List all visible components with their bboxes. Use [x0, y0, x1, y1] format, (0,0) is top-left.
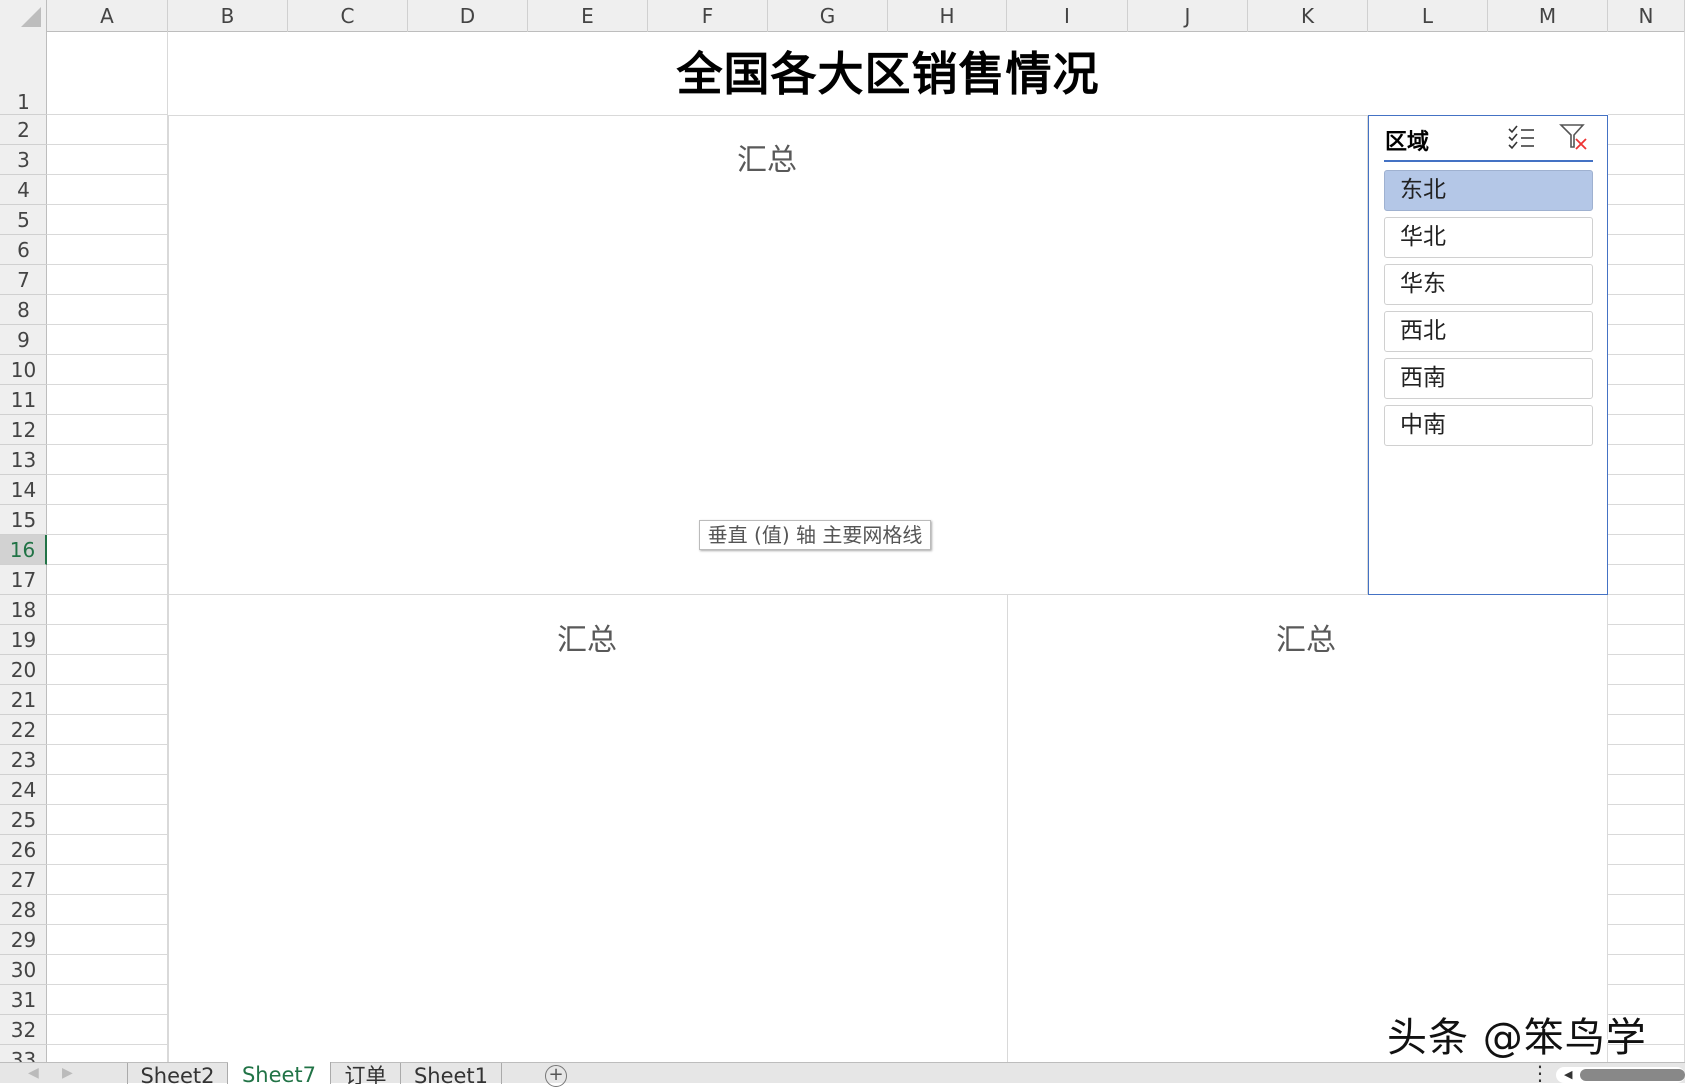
horizontal-scrollbar[interactable]: ◀: [1556, 1067, 1685, 1083]
sheet-tab-bar: ◀ ▶ Sheet2 Sheet7 订单 Sheet1 + ⋮ ◀: [0, 1061, 1685, 1087]
slicer-item[interactable]: 华东: [1384, 264, 1593, 305]
slicer-item[interactable]: 西北: [1384, 311, 1593, 352]
bar-chart[interactable]: [168, 594, 1008, 1064]
more-options-icon[interactable]: ⋮: [1530, 1061, 1550, 1085]
sheet-tab[interactable]: Sheet7: [228, 1062, 331, 1084]
pie-chart-title: 汇总: [1276, 623, 1336, 658]
region-slicer[interactable]: 区域 东北华北华东西北西南中南: [1368, 115, 1608, 595]
pie-chart[interactable]: [1007, 594, 1608, 1064]
sheet-tab[interactable]: Sheet1: [401, 1063, 502, 1084]
line-chart-title: 汇总: [737, 143, 797, 178]
slicer-item[interactable]: 中南: [1384, 405, 1593, 446]
add-sheet-icon[interactable]: +: [545, 1065, 567, 1087]
watermark: 头条 @笨鸟学: [1387, 1015, 1647, 1061]
sheet-title: 全国各大区销售情况: [168, 32, 1608, 115]
slicer-item[interactable]: 华北: [1384, 217, 1593, 258]
slicer-title: 区域: [1385, 130, 1430, 155]
bar-chart-title: 汇总: [557, 623, 617, 658]
scroll-right-icon[interactable]: ▶: [62, 1065, 73, 1081]
gridline-tooltip: 垂直 (值) 轴 主要网格线: [699, 520, 931, 550]
sheet-tab[interactable]: 订单: [331, 1063, 401, 1084]
slicer-item[interactable]: 西南: [1384, 358, 1593, 399]
multi-select-icon[interactable]: [1507, 124, 1537, 152]
scroll-left-icon[interactable]: ◀: [28, 1065, 39, 1081]
sheet-tab[interactable]: Sheet2: [127, 1063, 228, 1084]
slicer-item[interactable]: 东北: [1384, 170, 1593, 211]
clear-filter-icon[interactable]: [1559, 122, 1591, 152]
slicer-divider: [1384, 160, 1593, 162]
